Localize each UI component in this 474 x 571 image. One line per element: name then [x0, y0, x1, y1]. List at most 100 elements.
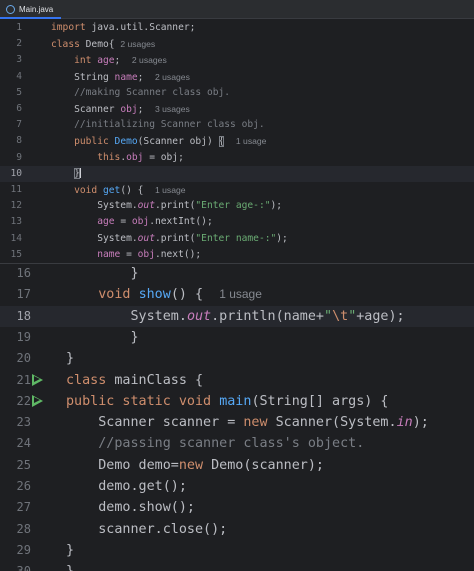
- code-token: );: [270, 200, 283, 212]
- code-line[interactable]: 22 public static void main(String[] args)…: [0, 391, 474, 412]
- code-token: }: [66, 351, 75, 367]
- code-text: demo.show();: [66, 497, 195, 518]
- line-number: 11: [10, 184, 22, 195]
- code-text: Scanner obj; 3 usages: [51, 101, 190, 118]
- code-line[interactable]: 25 Demo demo=new Demo(scanner);: [0, 455, 474, 476]
- code-token: (Scanner obj): [137, 136, 219, 148]
- line-number: 12: [10, 200, 22, 212]
- code-token: Demo demo=: [66, 457, 179, 473]
- code-token: .nextInt();: [149, 216, 213, 228]
- line-number: 7: [16, 119, 22, 131]
- code-token: out: [137, 232, 155, 244]
- code-line[interactable]: 27 demo.show();: [0, 497, 474, 518]
- code-line[interactable]: 8 public Demo(Scanner obj) { 1 usage: [0, 133, 474, 149]
- code-line[interactable]: 12 System.out.print("Enter age-:");: [0, 198, 474, 214]
- code-line[interactable]: 17 void show() { 1 usage: [0, 284, 474, 305]
- code-token: }: [66, 542, 75, 558]
- code-token: String: [51, 71, 115, 83]
- code-token: show: [138, 287, 171, 303]
- code-line[interactable]: 18 System.out.println(name+"\t"+age);: [0, 305, 474, 327]
- code-line[interactable]: 5 //making Scanner class obj.: [0, 85, 474, 101]
- code-line[interactable]: 7 //initializing Scanner class obj.: [0, 117, 474, 133]
- code-token: Demo: [114, 136, 138, 148]
- code-token: System.: [51, 232, 138, 244]
- run-gutter-icon[interactable]: [32, 391, 43, 407]
- line-number: 20: [16, 351, 31, 366]
- usage-hint[interactable]: 1 usage: [219, 287, 262, 301]
- code-token: =: [120, 248, 138, 260]
- code-token: out: [186, 308, 212, 324]
- code-line[interactable]: 4 String name; 2 usages: [0, 69, 474, 85]
- code-text: void show() { 1 usage: [66, 284, 262, 305]
- code-line[interactable]: 26 demo.get();: [0, 476, 474, 497]
- usage-hint[interactable]: 1 usage: [155, 185, 186, 195]
- code-text: }: [66, 327, 138, 348]
- code-text: //initializing Scanner class obj.: [51, 117, 265, 133]
- code-line[interactable]: 19 }: [0, 327, 474, 348]
- run-gutter-icon[interactable]: [32, 370, 43, 386]
- usage-hint[interactable]: 2 usages: [120, 39, 155, 49]
- code-line[interactable]: 15 name = obj.next();: [0, 247, 474, 263]
- usage-hint[interactable]: 2 usages: [132, 55, 167, 65]
- code-line[interactable]: 1 import java.util.Scanner;: [0, 20, 474, 36]
- code-token: java.util.Scanner;: [91, 22, 196, 33]
- usage-hint[interactable]: 3 usages: [155, 104, 190, 114]
- line-number: 21: [16, 372, 31, 387]
- code-token: \t: [332, 308, 349, 324]
- code-line[interactable]: 23 Scanner scanner = new Scanner(System.…: [0, 412, 474, 433]
- code-line[interactable]: 3 int age; 2 usages: [0, 52, 474, 68]
- code-line[interactable]: 28 scanner.close();: [0, 519, 474, 540]
- code-line[interactable]: 29}: [0, 540, 474, 561]
- code-text: System.out.println(name+"\t"+age);: [66, 306, 404, 327]
- code-line[interactable]: 10 }: [0, 165, 474, 182]
- code-line[interactable]: 11 void get() { 1 usage: [0, 182, 474, 198]
- usage-hint[interactable]: 2 usages: [155, 72, 190, 82]
- code-token: //initializing Scanner class obj.: [51, 119, 265, 131]
- code-token: out: [137, 200, 155, 212]
- code-line[interactable]: 6 Scanner obj; 3 usages: [0, 101, 474, 117]
- code-token: mainClass {: [114, 372, 204, 388]
- tab-main-java[interactable]: Main.java: [0, 0, 62, 19]
- code-text: }: [66, 540, 74, 561]
- line-number: 6: [16, 103, 22, 114]
- code-line[interactable]: 30}: [0, 561, 474, 571]
- code-line[interactable]: 21 class mainClass {: [0, 370, 474, 391]
- code-token: () {: [170, 287, 220, 303]
- code-token: int: [51, 55, 98, 67]
- code-editor-bottom[interactable]: 16 } 17 void show() { 1 usage 18 System.ou…: [0, 264, 474, 571]
- line-number: 26: [16, 479, 31, 493]
- code-text: //passing scanner class's object.: [66, 433, 364, 454]
- code-token: age: [97, 216, 115, 228]
- code-text: Demo demo=new Demo(scanner);: [66, 455, 324, 476]
- code-line[interactable]: 16 }: [0, 264, 474, 284]
- code-editor-top[interactable]: 1 import java.util.Scanner; 2 class Demo{ 2…: [0, 19, 474, 263]
- code-token: void: [51, 185, 103, 196]
- code-text: System.out.print("Enter age-:");: [51, 198, 282, 214]
- code-text: public static void main(String[] args) {: [66, 391, 389, 412]
- code-token: //passing scanner class's object.: [66, 436, 365, 452]
- code-line[interactable]: 2 class Demo{ 2 usages: [0, 36, 474, 52]
- code-token: (String[] args) {: [251, 393, 389, 409]
- code-line[interactable]: 20}: [0, 348, 474, 369]
- code-text: }: [66, 561, 74, 571]
- code-token: obj: [120, 104, 138, 115]
- code-line[interactable]: 13 age = obj.nextInt();: [0, 214, 474, 230]
- code-text: System.out.print("Enter name-:");: [51, 231, 288, 247]
- line-number: 14: [10, 232, 22, 244]
- code-text: }: [66, 264, 138, 284]
- code-token: .println(name+: [211, 308, 324, 324]
- code-line[interactable]: 14 System.out.print("Enter name-:");: [0, 231, 474, 247]
- code-text: }: [51, 166, 81, 182]
- code-line[interactable]: 9 this.obj = obj;: [0, 150, 474, 166]
- code-token: main: [219, 393, 252, 409]
- code-text: }: [66, 348, 74, 369]
- code-text: demo.get();: [66, 476, 187, 497]
- code-token: class: [66, 372, 115, 388]
- line-number: 27: [16, 500, 31, 515]
- editor-tab-bar: Main.java: [0, 0, 474, 19]
- usage-hint[interactable]: 1 usage: [236, 136, 267, 146]
- code-line[interactable]: 24 //passing scanner class's object.: [0, 433, 474, 454]
- code-token: in: [396, 415, 413, 431]
